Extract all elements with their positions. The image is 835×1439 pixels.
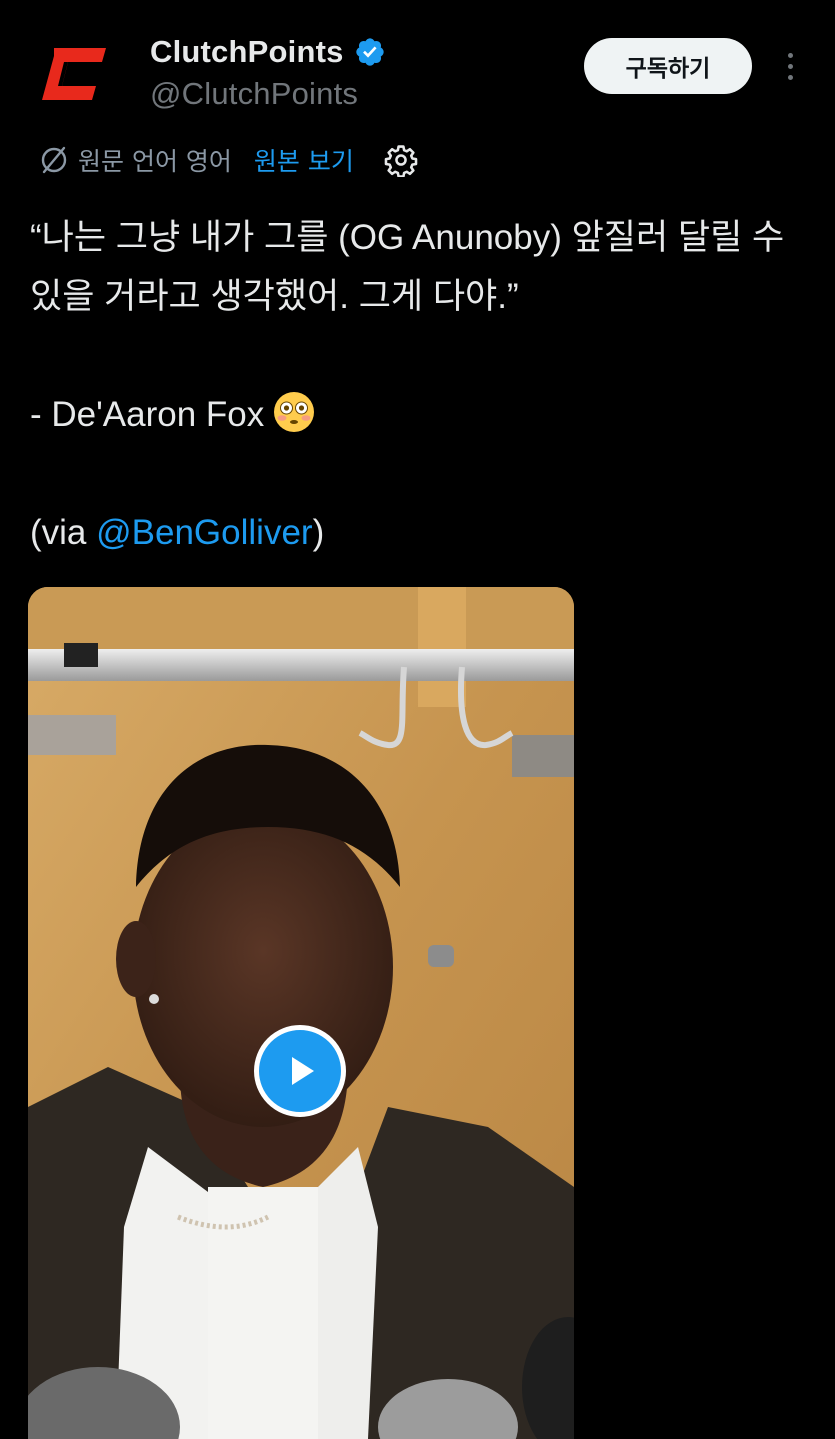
view-original-link[interactable]: 원본 보기 <box>254 142 354 178</box>
quote-text: “나는 그냥 내가 그를 (OG Anunoby) 앞질러 달릴 수 있을 거라… <box>30 218 785 316</box>
more-vertical-icon[interactable] <box>775 46 805 86</box>
clutchpoints-logo-icon <box>42 48 106 100</box>
verified-badge-icon[interactable] <box>354 36 386 68</box>
gear-icon[interactable] <box>384 143 418 177</box>
via-suffix: ) <box>312 513 325 552</box>
via-line: (via @BenGolliver) <box>30 503 810 562</box>
subscribe-button[interactable]: 구독하기 <box>584 38 752 94</box>
translation-bar: 원문 언어 영어 원본 보기 <box>38 138 418 182</box>
mention-link[interactable]: @BenGolliver <box>96 513 312 552</box>
tweet-text: “나는 그냥 내가 그를 (OG Anunoby) 앞질러 달릴 수 있을 거라… <box>30 208 810 562</box>
video-player[interactable] <box>28 587 574 1439</box>
attribution-text: - De'Aaron Fox <box>30 395 265 434</box>
display-name[interactable]: ClutchPoints <box>150 34 344 70</box>
avatar[interactable] <box>22 22 126 126</box>
handle[interactable]: @ClutchPoints <box>150 76 358 112</box>
source-language-text: 원문 언어 영어 <box>78 147 232 176</box>
attribution-line: - De'Aaron Fox <box>30 385 810 444</box>
translate-globe-icon <box>38 144 70 176</box>
display-name-row[interactable]: ClutchPoints <box>150 30 386 74</box>
video-thumbnail <box>28 587 574 1439</box>
tweet-header: ClutchPoints @ClutchPoints 구독하기 <box>0 0 835 130</box>
play-icon[interactable] <box>254 1025 346 1117</box>
flushed-face-emoji <box>272 390 316 434</box>
via-prefix: (via <box>30 513 97 552</box>
